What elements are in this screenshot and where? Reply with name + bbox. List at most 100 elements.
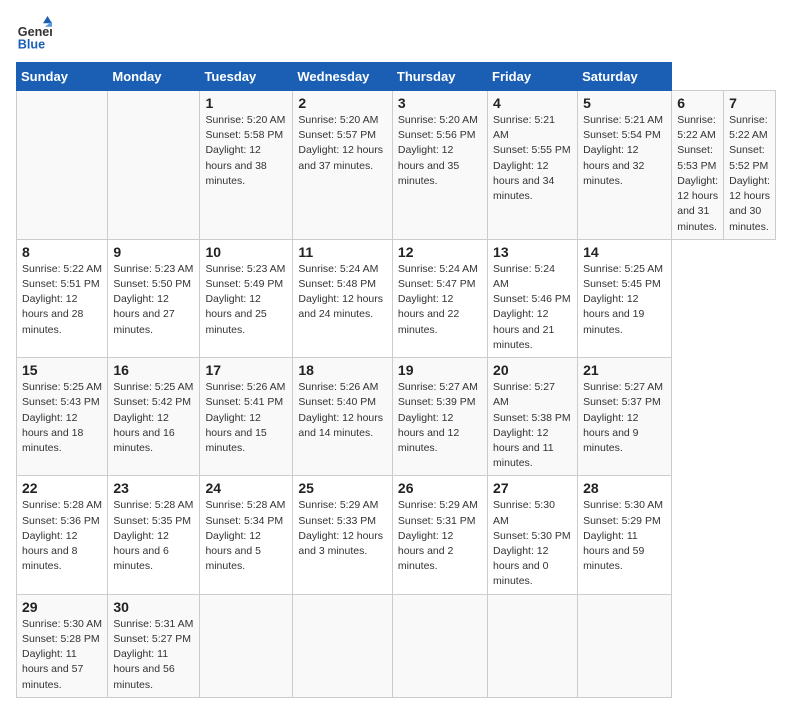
day-info: Sunrise: 5:24 AMSunset: 5:46 PMDaylight:… <box>493 262 572 353</box>
calendar-week-row: 1 Sunrise: 5:20 AMSunset: 5:58 PMDaylight… <box>17 91 776 240</box>
logo: General Blue <box>16 16 52 52</box>
calendar-week-row: 8 Sunrise: 5:22 AMSunset: 5:51 PMDaylight… <box>17 239 776 357</box>
day-info: Sunrise: 5:26 AMSunset: 5:41 PMDaylight:… <box>205 380 287 456</box>
svg-text:Blue: Blue <box>18 37 45 51</box>
calendar-day-cell: 6 Sunrise: 5:22 AMSunset: 5:53 PMDaylight… <box>672 91 724 240</box>
calendar-day-cell: 20Sunrise: 5:27 AMSunset: 5:38 PMDayligh… <box>488 358 578 476</box>
calendar-day-cell: 15 Sunrise: 5:25 AMSunset: 5:43 PMDayligh… <box>17 358 108 476</box>
day-number: 2 <box>298 95 387 111</box>
calendar-day-cell: 24 Sunrise: 5:28 AMSunset: 5:34 PMDayligh… <box>200 476 293 594</box>
day-number: 26 <box>398 480 482 496</box>
calendar-week-row: 29 Sunrise: 5:30 AMSunset: 5:28 PMDayligh… <box>17 594 776 697</box>
weekday-header-wednesday: Wednesday <box>293 63 393 91</box>
logo-icon: General Blue <box>16 16 52 52</box>
day-info: Sunrise: 5:22 AMSunset: 5:51 PMDaylight:… <box>22 262 102 338</box>
day-number: 18 <box>298 362 387 378</box>
calendar-week-row: 15 Sunrise: 5:25 AMSunset: 5:43 PMDayligh… <box>17 358 776 476</box>
day-info: Sunrise: 5:30 AMSunset: 5:29 PMDaylight:… <box>583 498 666 574</box>
empty-cell <box>200 594 293 697</box>
day-number: 19 <box>398 362 482 378</box>
weekday-header-monday: Monday <box>108 63 200 91</box>
day-info: Sunrise: 5:22 AMSunset: 5:53 PMDaylight:… <box>677 113 718 235</box>
calendar-day-cell: 27Sunrise: 5:30 AMSunset: 5:30 PMDayligh… <box>488 476 578 594</box>
day-number: 3 <box>398 95 482 111</box>
day-info: Sunrise: 5:20 AMSunset: 5:58 PMDaylight:… <box>205 113 287 189</box>
day-number: 23 <box>113 480 194 496</box>
day-number: 27 <box>493 480 572 496</box>
calendar-day-cell: 17Sunrise: 5:26 AMSunset: 5:41 PMDayligh… <box>200 358 293 476</box>
calendar-day-cell: 4 Sunrise: 5:21 AMSunset: 5:55 PMDaylight… <box>488 91 578 240</box>
calendar-day-cell: 19Sunrise: 5:27 AMSunset: 5:39 PMDayligh… <box>392 358 487 476</box>
calendar-day-cell: 14 Sunrise: 5:25 AMSunset: 5:45 PMDayligh… <box>578 239 672 357</box>
calendar-day-cell: 13 Sunrise: 5:24 AMSunset: 5:46 PMDayligh… <box>488 239 578 357</box>
day-info: Sunrise: 5:28 AMSunset: 5:34 PMDaylight:… <box>205 498 287 574</box>
calendar-day-cell: 2 Sunrise: 5:20 AMSunset: 5:57 PMDaylight… <box>293 91 393 240</box>
empty-cell <box>108 91 200 240</box>
day-number: 28 <box>583 480 666 496</box>
day-info: Sunrise: 5:24 AMSunset: 5:47 PMDaylight:… <box>398 262 482 338</box>
calendar-day-cell: 7 Sunrise: 5:22 AMSunset: 5:52 PMDaylight… <box>724 91 776 240</box>
page-header: General Blue <box>16 16 776 52</box>
day-info: Sunrise: 5:30 AMSunset: 5:28 PMDaylight:… <box>22 617 102 693</box>
calendar-day-cell: 25Sunrise: 5:29 AMSunset: 5:33 PMDayligh… <box>293 476 393 594</box>
calendar-day-cell: 3 Sunrise: 5:20 AMSunset: 5:56 PMDaylight… <box>392 91 487 240</box>
calendar-day-cell: 21 Sunrise: 5:27 AMSunset: 5:37 PMDayligh… <box>578 358 672 476</box>
day-info: Sunrise: 5:29 AMSunset: 5:31 PMDaylight:… <box>398 498 482 574</box>
day-number: 12 <box>398 244 482 260</box>
day-info: Sunrise: 5:24 AMSunset: 5:48 PMDaylight:… <box>298 262 387 323</box>
weekday-header-sunday: Sunday <box>17 63 108 91</box>
calendar-day-cell: 11 Sunrise: 5:24 AMSunset: 5:48 PMDayligh… <box>293 239 393 357</box>
day-number: 14 <box>583 244 666 260</box>
day-number: 24 <box>205 480 287 496</box>
day-info: Sunrise: 5:28 AMSunset: 5:36 PMDaylight:… <box>22 498 102 574</box>
day-info: Sunrise: 5:27 AMSunset: 5:37 PMDaylight:… <box>583 380 666 456</box>
day-number: 15 <box>22 362 102 378</box>
day-info: Sunrise: 5:21 AMSunset: 5:54 PMDaylight:… <box>583 113 666 189</box>
day-number: 30 <box>113 599 194 615</box>
day-info: Sunrise: 5:22 AMSunset: 5:52 PMDaylight:… <box>729 113 770 235</box>
day-info: Sunrise: 5:20 AMSunset: 5:56 PMDaylight:… <box>398 113 482 189</box>
day-number: 7 <box>729 95 770 111</box>
weekday-header-friday: Friday <box>488 63 578 91</box>
empty-cell <box>578 594 672 697</box>
calendar-day-cell: 26 Sunrise: 5:29 AMSunset: 5:31 PMDayligh… <box>392 476 487 594</box>
day-number: 21 <box>583 362 666 378</box>
day-info: Sunrise: 5:20 AMSunset: 5:57 PMDaylight:… <box>298 113 387 174</box>
day-info: Sunrise: 5:23 AMSunset: 5:49 PMDaylight:… <box>205 262 287 338</box>
day-number: 16 <box>113 362 194 378</box>
day-number: 8 <box>22 244 102 260</box>
day-number: 11 <box>298 244 387 260</box>
empty-cell <box>293 594 393 697</box>
weekday-header-tuesday: Tuesday <box>200 63 293 91</box>
calendar-day-cell: 23 Sunrise: 5:28 AMSunset: 5:35 PMDayligh… <box>108 476 200 594</box>
day-info: Sunrise: 5:27 AMSunset: 5:38 PMDaylight:… <box>493 380 572 471</box>
calendar-day-cell: 30 Sunrise: 5:31 AMSunset: 5:27 PMDayligh… <box>108 594 200 697</box>
calendar-day-cell: 10 Sunrise: 5:23 AMSunset: 5:49 PMDayligh… <box>200 239 293 357</box>
day-number: 9 <box>113 244 194 260</box>
day-number: 29 <box>22 599 102 615</box>
calendar-table: SundayMondayTuesdayWednesdayThursdayFrid… <box>16 62 776 698</box>
calendar-day-cell: 22 Sunrise: 5:28 AMSunset: 5:36 PMDayligh… <box>17 476 108 594</box>
day-info: Sunrise: 5:25 AMSunset: 5:43 PMDaylight:… <box>22 380 102 456</box>
day-info: Sunrise: 5:21 AMSunset: 5:55 PMDaylight:… <box>493 113 572 204</box>
day-number: 22 <box>22 480 102 496</box>
day-number: 6 <box>677 95 718 111</box>
weekday-header-row: SundayMondayTuesdayWednesdayThursdayFrid… <box>17 63 776 91</box>
calendar-day-cell: 28 Sunrise: 5:30 AMSunset: 5:29 PMDayligh… <box>578 476 672 594</box>
day-info: Sunrise: 5:31 AMSunset: 5:27 PMDaylight:… <box>113 617 194 693</box>
day-number: 4 <box>493 95 572 111</box>
day-number: 1 <box>205 95 287 111</box>
day-number: 10 <box>205 244 287 260</box>
empty-cell <box>17 91 108 240</box>
calendar-day-cell: 1 Sunrise: 5:20 AMSunset: 5:58 PMDaylight… <box>200 91 293 240</box>
day-info: Sunrise: 5:25 AMSunset: 5:45 PMDaylight:… <box>583 262 666 338</box>
empty-cell <box>392 594 487 697</box>
day-number: 13 <box>493 244 572 260</box>
calendar-day-cell: 29 Sunrise: 5:30 AMSunset: 5:28 PMDayligh… <box>17 594 108 697</box>
day-number: 5 <box>583 95 666 111</box>
day-info: Sunrise: 5:28 AMSunset: 5:35 PMDaylight:… <box>113 498 194 574</box>
calendar-day-cell: 16Sunrise: 5:25 AMSunset: 5:42 PMDayligh… <box>108 358 200 476</box>
weekday-header-thursday: Thursday <box>392 63 487 91</box>
calendar-day-cell: 9Sunrise: 5:23 AMSunset: 5:50 PMDaylight… <box>108 239 200 357</box>
weekday-header-saturday: Saturday <box>578 63 672 91</box>
